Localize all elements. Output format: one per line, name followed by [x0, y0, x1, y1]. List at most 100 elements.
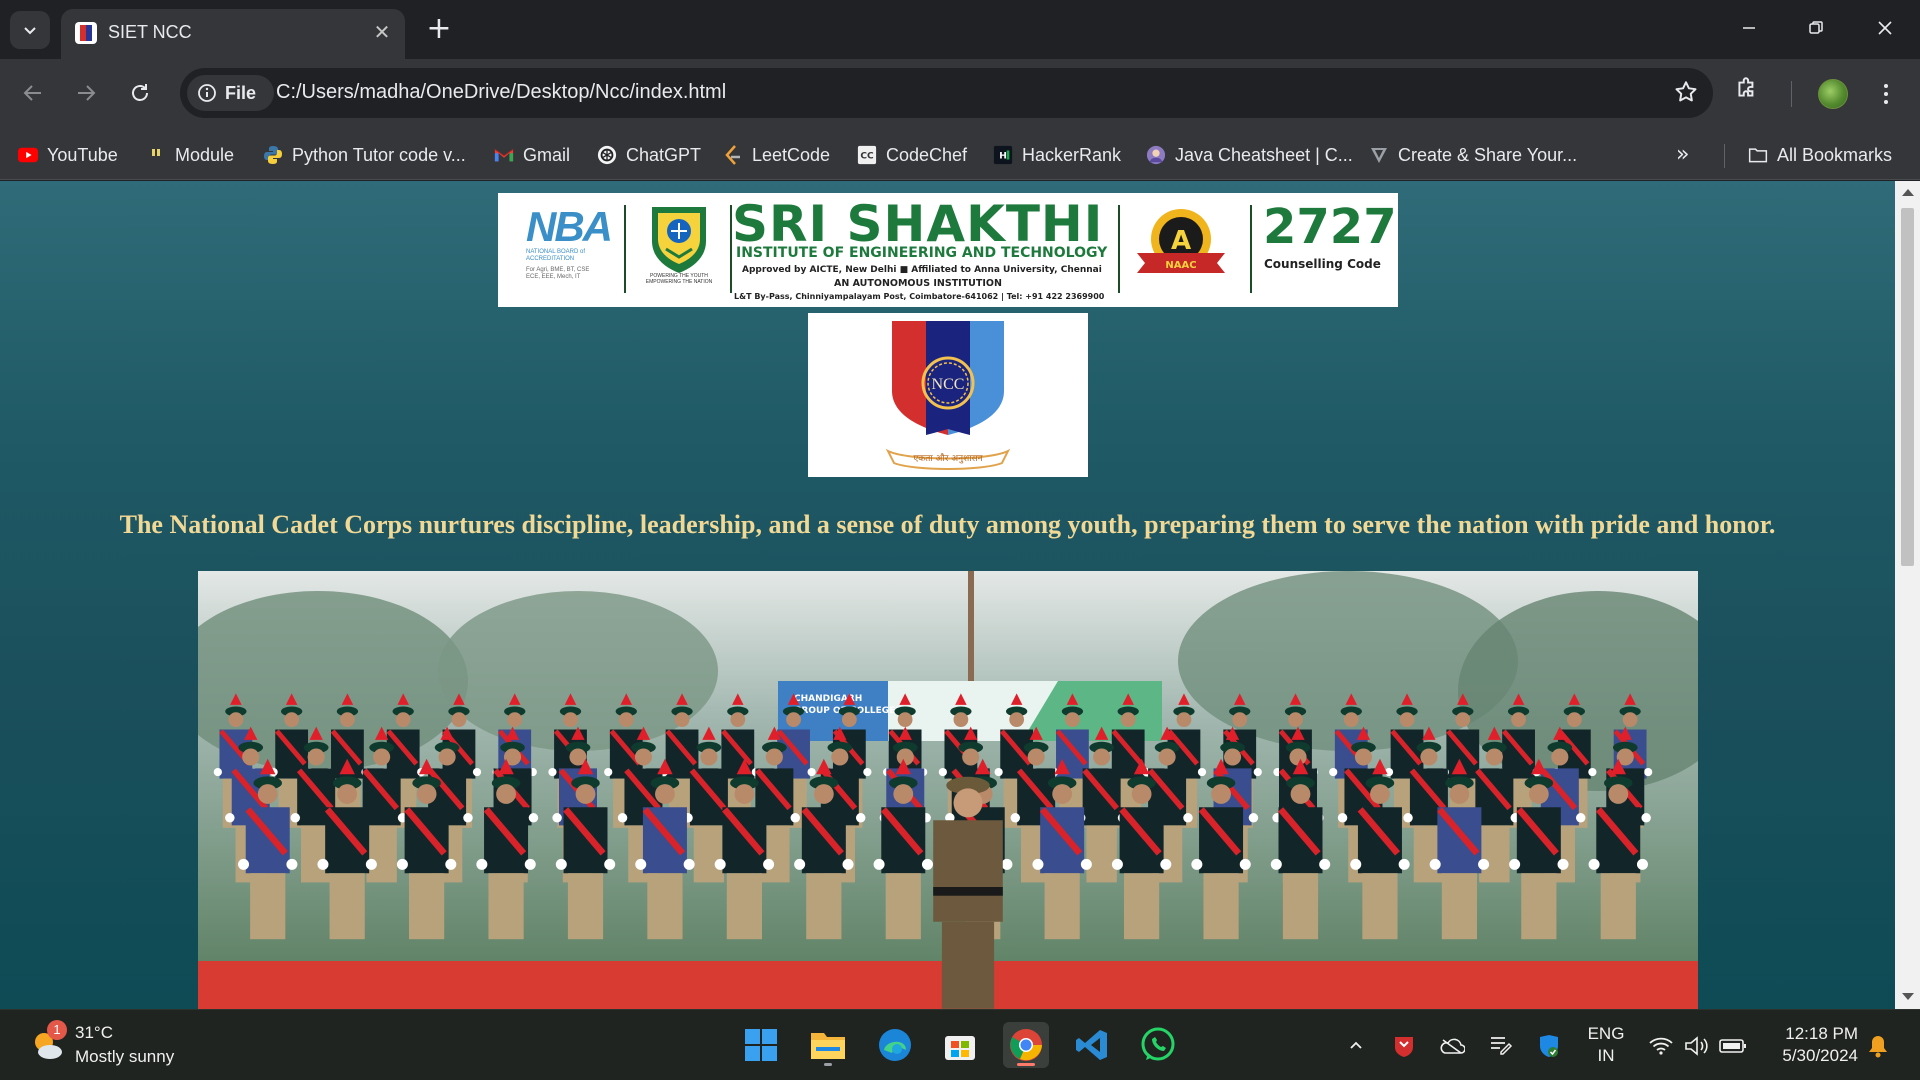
page-scrollbar[interactable] — [1895, 181, 1920, 1009]
system-clock[interactable]: 12:18 PM 5/30/2024 — [1768, 1023, 1858, 1067]
file-explorer-button[interactable] — [805, 1022, 851, 1068]
antivirus-tray-icon[interactable] — [1390, 1032, 1418, 1060]
browser-menu-button[interactable] — [1876, 79, 1896, 109]
bookmarks-bar: YouTube Module Python Tutor code v... Gm… — [0, 130, 1920, 180]
bookmark-youtube[interactable]: YouTube — [18, 139, 118, 171]
more-bookmarks-button[interactable]: » — [1676, 142, 1689, 167]
scroll-up-arrow-icon[interactable] — [1902, 189, 1914, 196]
all-bookmarks-button[interactable]: All Bookmarks — [1748, 139, 1892, 171]
bookmark-codechef[interactable]: CC CodeChef — [857, 139, 967, 171]
weather-temperature[interactable]: 31°C — [75, 1023, 113, 1043]
windows-taskbar: 1 31°C Mostly sunny ENG IN 12:18 PM 5/30… — [0, 1009, 1920, 1080]
college-approval: Approved by AICTE, New Delhi ■ Affiliate… — [742, 265, 1102, 275]
extensions-button[interactable] — [1734, 75, 1760, 105]
bookmark-label: ChatGPT — [626, 144, 702, 165]
bookmark-hackerrank[interactable]: H HackerRank — [993, 139, 1121, 171]
bookmark-java-cheatsheet[interactable]: Java Cheatsheet | C... — [1146, 139, 1353, 171]
url-text[interactable]: C:/Users/madha/OneDrive/Desktop/Ncc/inde… — [276, 81, 726, 104]
battery-icon[interactable] — [1719, 1032, 1747, 1060]
whatsapp-button[interactable] — [1135, 1022, 1181, 1068]
profile-avatar[interactable] — [1818, 79, 1848, 109]
naac-badge-icon: A NAAC — [1137, 209, 1225, 273]
bookmark-python-tutor[interactable]: Python Tutor code v... — [263, 139, 466, 171]
minimize-button[interactable] — [1726, 10, 1772, 46]
notes-tray-icon[interactable] — [1487, 1032, 1515, 1060]
restore-button[interactable] — [1793, 10, 1839, 46]
bookmark-star-button[interactable] — [1673, 79, 1699, 109]
restore-icon — [1809, 21, 1823, 34]
notification-bell-icon[interactable] — [1864, 1032, 1892, 1060]
chevron-down-icon — [24, 27, 36, 35]
bookmark-gmail[interactable]: Gmail — [494, 139, 570, 171]
svg-text:CC: CC — [860, 152, 874, 162]
weather-description[interactable]: Mostly sunny — [75, 1047, 174, 1067]
new-tab-button[interactable]: + — [424, 14, 454, 44]
toolbar-divider — [1791, 81, 1792, 107]
minimize-icon — [1743, 27, 1755, 29]
nba-programs: For Agri, BME, BT, CSE ECE, EEE, Mech, I… — [526, 267, 590, 280]
bookmark-create-share[interactable]: Create & Share Your... — [1369, 139, 1577, 171]
counselling-label: Counselling Code — [1264, 257, 1381, 271]
star-icon — [1675, 81, 1697, 102]
windows-start-icon — [745, 1029, 777, 1061]
wifi-icon[interactable] — [1647, 1032, 1675, 1060]
cadets-group-image: CHANDIGARH GROUP OF COLLEGES — [198, 571, 1698, 1009]
gmail-icon — [494, 145, 514, 165]
bookmark-label: Java Cheatsheet | C... — [1175, 144, 1353, 165]
page-viewport: NBA NATIONAL BOARD of ACCREDITATION For … — [0, 181, 1895, 1009]
banner-divider — [1250, 205, 1252, 293]
browser-toolbar: File C:/Users/madha/OneDrive/Desktop/Ncc… — [0, 59, 1920, 130]
edge-button[interactable] — [872, 1022, 918, 1068]
vscode-button[interactable] — [1069, 1022, 1115, 1068]
language-indicator[interactable]: ENG IN — [1586, 1023, 1626, 1067]
counselling-code: 2727 — [1263, 199, 1397, 255]
bookmark-leetcode[interactable]: LeetCode — [723, 139, 830, 171]
ncc-emblem-icon: NCC एकता और अनुशासन — [885, 321, 1011, 470]
svg-text:A: A — [1171, 226, 1191, 256]
chrome-button[interactable] — [1003, 1022, 1049, 1068]
browser-tab[interactable]: SIET NCC ✕ — [61, 9, 405, 59]
address-bar[interactable]: File C:/Users/madha/OneDrive/Desktop/Ncc… — [180, 68, 1713, 118]
reload-icon — [132, 84, 148, 101]
nba-logo: NBA NATIONAL BOARD of ACCREDITATION For … — [526, 205, 613, 281]
running-indicator — [824, 1063, 832, 1066]
ncc-logo: NCC एकता और अनुशासन — [808, 313, 1088, 477]
bookmark-label: YouTube — [47, 144, 118, 165]
close-window-button[interactable] — [1862, 10, 1908, 46]
puzzle-icon — [1738, 77, 1754, 97]
scroll-thumb[interactable] — [1901, 208, 1914, 566]
bookmark-label: CodeChef — [886, 144, 968, 165]
tab-title: SIET NCC — [108, 22, 192, 42]
crest-caption: POWERING THE YOUTH EMPOWERING THE NATION — [645, 273, 713, 285]
store-icon — [945, 1036, 975, 1060]
bookmark-chatgpt[interactable]: ChatGPT — [597, 139, 701, 171]
windows-start-button[interactable] — [738, 1022, 784, 1068]
store-button[interactable] — [937, 1022, 983, 1068]
svg-text:H: H — [999, 152, 1007, 162]
scroll-down-arrow-icon[interactable] — [1902, 993, 1914, 1000]
arrow-right-icon — [78, 85, 96, 101]
youtube-icon — [18, 145, 38, 165]
codechef-icon: CC — [857, 145, 877, 165]
ncc-cadets-photo: CHANDIGARH GROUP OF COLLEGES — [198, 571, 1698, 1009]
tab-search-button[interactable] — [10, 11, 50, 49]
forward-button[interactable] — [68, 75, 104, 111]
onedrive-tray-icon[interactable] — [1438, 1032, 1466, 1060]
reload-button[interactable] — [122, 75, 158, 111]
arrow-left-icon — [23, 85, 41, 101]
whatsapp-icon — [1141, 1027, 1175, 1061]
close-icon — [1878, 21, 1892, 35]
tab-close-button[interactable]: ✕ — [371, 21, 393, 43]
windows-security-tray-icon[interactable] — [1535, 1032, 1563, 1060]
show-hidden-icons-button[interactable] — [1342, 1032, 1370, 1060]
edge-icon — [879, 1029, 911, 1061]
site-info-chip[interactable]: File — [187, 75, 274, 111]
bookmark-module[interactable]: Module — [146, 139, 234, 171]
clock-time: 12:18 PM — [1785, 1024, 1858, 1043]
back-button[interactable] — [15, 75, 51, 111]
language-code: ENG — [1587, 1024, 1625, 1043]
banner-divider — [1118, 205, 1120, 293]
chatgpt-icon — [597, 145, 617, 165]
folder-icon — [1748, 145, 1768, 165]
volume-icon[interactable] — [1683, 1032, 1711, 1060]
